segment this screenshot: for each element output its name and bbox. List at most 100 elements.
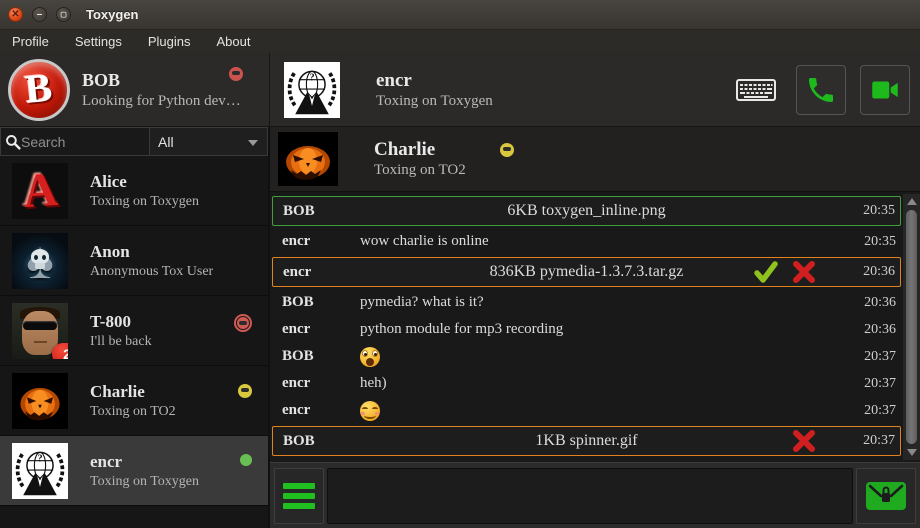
- message-text: pymedia? what is it?: [360, 294, 484, 311]
- busy-status-icon: [229, 67, 243, 81]
- scroll-down-arrow[interactable]: [907, 449, 917, 456]
- file-transfer-label: 6KB toxygen_inline.png: [273, 202, 900, 220]
- message-time: 20:37: [864, 403, 896, 419]
- message-sender: encr: [282, 402, 360, 419]
- contact-list: A Alice Toxing on Toxygen ♠ Anon Anonymo…: [0, 156, 268, 528]
- chat-header: Charlie Toxing on TO2: [270, 127, 920, 192]
- contact-row-anon[interactable]: ♠ Anon Anonymous Tox User: [0, 226, 268, 296]
- message-list: BOB 6KB toxygen_inline.png 20:35 encr wo…: [270, 192, 920, 462]
- anonymous-logo: ?: [284, 62, 340, 118]
- contact-status-message: Anonymous Tox User: [90, 264, 213, 280]
- charlie-avatar: [12, 373, 68, 429]
- red-x-icon[interactable]: [792, 260, 816, 284]
- message-sender: BOB: [282, 294, 360, 311]
- message-row: encr 20:37: [272, 397, 901, 424]
- green-check-icon[interactable]: [753, 260, 779, 284]
- contact-filter-dropdown[interactable]: All: [150, 127, 268, 156]
- svg-text:?: ?: [37, 453, 42, 464]
- message-text: python module for mp3 recording: [360, 321, 563, 338]
- alice-avatar: A: [12, 163, 68, 219]
- message-time: 20:37: [864, 376, 896, 392]
- minimize-button[interactable]: –: [32, 7, 47, 22]
- close-button[interactable]: ✕: [8, 7, 23, 22]
- friend-name: encr: [376, 70, 493, 92]
- jack-o-lantern-icon: [12, 373, 68, 429]
- message-row: BOB 20:37: [272, 343, 901, 370]
- anon-avatar: ♠: [12, 233, 68, 289]
- hamburger-menu-icon: [283, 483, 315, 489]
- scrollbar[interactable]: [903, 194, 920, 460]
- message-row: encr wow charlie is online 20:35: [272, 228, 901, 255]
- self-status-message: Looking for Python dev…: [82, 93, 241, 110]
- anonymous-logo: ?: [12, 443, 68, 499]
- smiling-face-emoji: [360, 401, 380, 421]
- contact-status-message: Toxing on Toxygen: [90, 194, 199, 210]
- magnifier-icon: [5, 134, 21, 150]
- svg-text:?: ?: [309, 72, 314, 83]
- maximize-button[interactable]: ▢: [56, 7, 71, 22]
- menu-bar: Profile Settings Plugins About: [0, 30, 920, 53]
- contact-sidebar: All A Alice Toxing on Toxygen ♠: [0, 127, 270, 528]
- online-status-icon: [240, 454, 252, 466]
- contact-row-charlie[interactable]: Charlie Toxing on TO2: [0, 366, 268, 436]
- secure-send-envelope-icon: [862, 476, 910, 516]
- title-bar: ✕ – ▢ Toxygen: [0, 0, 920, 30]
- message-row: BOB pymedia? what is it? 20:36: [272, 289, 901, 316]
- red-x-icon[interactable]: [792, 429, 816, 453]
- contact-name: Charlie: [90, 382, 176, 402]
- contact-row-t800[interactable]: 2 T-800 I'll be back: [0, 296, 268, 366]
- video-call-button[interactable]: [860, 65, 910, 115]
- send-button[interactable]: [856, 468, 916, 524]
- chat-peer-status-message: Toxing on TO2: [374, 162, 466, 179]
- contact-name: Anon: [90, 242, 213, 262]
- friend-panel: ? encr Toxing on Toxygen: [270, 53, 920, 126]
- message-sender: encr: [282, 375, 360, 392]
- friend-avatar: ?: [284, 62, 340, 118]
- message-input[interactable]: [327, 468, 853, 524]
- away-status-icon: [500, 143, 514, 157]
- shocked-face-emoji: [360, 347, 380, 367]
- away-status-icon: [238, 384, 252, 398]
- contact-name: T-800: [90, 312, 152, 332]
- scroll-up-arrow[interactable]: [907, 198, 917, 205]
- menu-about[interactable]: About: [216, 34, 250, 49]
- encr-avatar: ?: [12, 443, 68, 499]
- chat-peer-avatar: [278, 132, 338, 186]
- file-transfer-row: BOB 1KB spinner.gif 20:37: [272, 426, 901, 456]
- scrollbar-thumb[interactable]: [906, 210, 917, 444]
- message-time: 20:36: [863, 264, 895, 280]
- video-camera-icon: [868, 73, 902, 107]
- contact-row-encr[interactable]: ? encr Toxing on Toxygen: [0, 436, 268, 506]
- self-name: BOB: [82, 70, 241, 91]
- file-transfer-row: encr 836KB pymedia-1.3.7.3.tar.gz 20:36: [272, 257, 901, 287]
- toxygen-window: ✕ – ▢ Toxygen Profile Settings Plugins A…: [0, 0, 920, 528]
- message-time: 20:37: [863, 433, 895, 449]
- menu-profile[interactable]: Profile: [12, 34, 49, 49]
- search-input[interactable]: [21, 134, 145, 150]
- message-row: encr python module for mp3 recording 20:…: [272, 316, 901, 343]
- compose-bar: [270, 462, 920, 528]
- keyboard-icon[interactable]: [736, 77, 776, 103]
- message-time: 20:36: [864, 322, 896, 338]
- skull-icon: [31, 249, 49, 269]
- phone-icon: [805, 74, 837, 106]
- window-title: Toxygen: [86, 7, 139, 22]
- chat-area: Charlie Toxing on TO2 BOB 6KB toxygen_in…: [270, 127, 920, 528]
- chat-menu-button[interactable]: [274, 468, 324, 524]
- contact-status-message: I'll be back: [90, 334, 152, 350]
- contact-name: encr: [90, 452, 199, 472]
- menu-plugins[interactable]: Plugins: [148, 34, 191, 49]
- message-row: encr heh) 20:37: [272, 370, 901, 397]
- audio-call-button[interactable]: [796, 65, 846, 115]
- self-avatar: B: [8, 59, 70, 121]
- top-panels: B BOB Looking for Python dev… ?: [0, 53, 920, 127]
- self-profile-panel[interactable]: B BOB Looking for Python dev…: [0, 53, 270, 126]
- contact-filter-value: All: [158, 134, 174, 150]
- contact-row-alice[interactable]: A Alice Toxing on Toxygen: [0, 156, 268, 226]
- contact-status-message: Toxing on Toxygen: [90, 474, 199, 490]
- message-time: 20:35: [864, 234, 896, 250]
- menu-settings[interactable]: Settings: [75, 34, 122, 49]
- message-time: 20:35: [863, 203, 895, 219]
- chevron-down-icon: [248, 140, 258, 146]
- contact-status-message: Toxing on TO2: [90, 404, 176, 420]
